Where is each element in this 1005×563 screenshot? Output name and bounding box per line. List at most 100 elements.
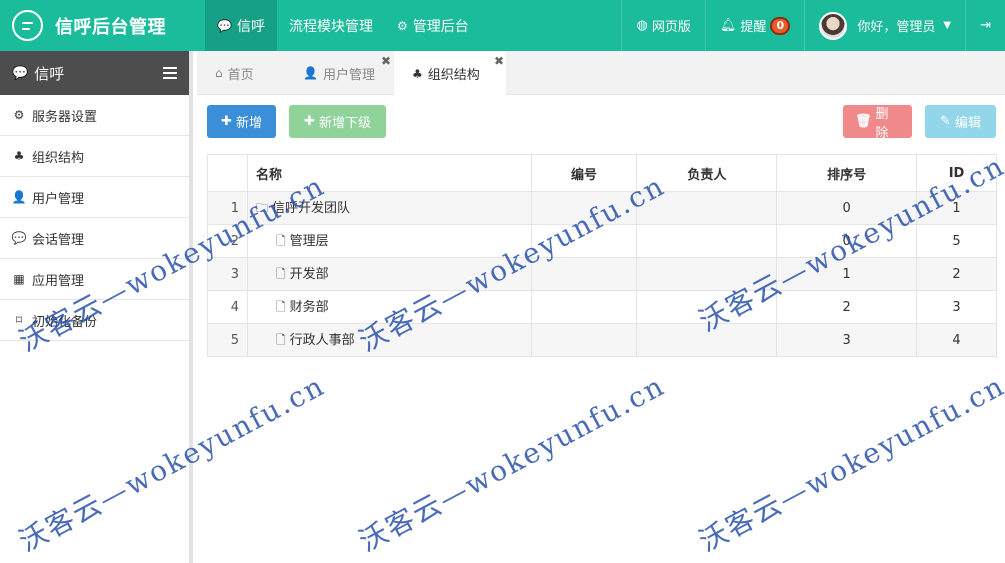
sidebar-item-user-management[interactable]: 👤 用户管理 xyxy=(0,177,189,218)
col-sort-header[interactable]: 排序号 xyxy=(776,154,918,192)
col-owner-header[interactable]: 负责人 xyxy=(636,154,778,192)
tab-bar: ⌂ 首页 👤 用户管理 ✖ ♣ 组织结构 ✖ xyxy=(197,51,1005,96)
row-index: 5 xyxy=(207,323,248,357)
close-icon[interactable]: ✖ xyxy=(494,54,504,68)
sidebar-header: 💬 信呼 xyxy=(0,51,189,95)
sidebar-item-server-settings[interactable]: ⚙ 服务器设置 xyxy=(0,95,189,136)
row-index: 1 xyxy=(207,191,248,225)
row-owner xyxy=(636,191,778,225)
menu-toggle-icon[interactable] xyxy=(163,67,177,79)
edit-button[interactable]: ✎ 编辑 xyxy=(925,105,996,138)
add-sub-label: 新增下级 xyxy=(318,116,371,131)
sidebar-item-init-backup[interactable]: ⌑ 初始化备份 xyxy=(0,300,189,341)
row-owner xyxy=(636,224,778,258)
row-code xyxy=(530,290,638,324)
topnav-item-flow-modules[interactable]: 流程模块管理 xyxy=(277,0,385,51)
table-row[interactable]: 1 🗀 信呼开发团队 0 1 xyxy=(207,191,997,225)
remind-label: 提醒 xyxy=(740,20,767,35)
row-name-text: 信呼开发团队 xyxy=(271,200,350,216)
comments-icon: 💬 xyxy=(11,231,27,245)
sidebar-item-label: 初始化备份 xyxy=(32,314,98,330)
delete-label: 删除 xyxy=(875,106,889,141)
row-index: 4 xyxy=(207,290,248,324)
row-sort: 1 xyxy=(776,257,918,291)
add-sub-button[interactable]: ✚ 新增下级 xyxy=(289,105,386,138)
remind-count-badge: 0 xyxy=(770,16,791,35)
row-code xyxy=(530,257,638,291)
sidebar-item-app-management[interactable]: ▦ 应用管理 xyxy=(0,259,189,300)
trash-icon: 🗑︎ xyxy=(855,114,872,129)
table-row[interactable]: 5 🗋 行政人事部 3 4 xyxy=(207,323,997,357)
user-icon: 👤 xyxy=(303,66,318,80)
table-row[interactable]: 4 🗋 财务部 2 3 xyxy=(207,290,997,324)
sitemap-icon: ♣ xyxy=(13,149,25,163)
delete-button[interactable]: 🗑︎ 删除 xyxy=(843,105,912,141)
row-id: 2 xyxy=(916,257,997,291)
file-icon: 🗋 xyxy=(275,233,286,248)
tab-label: 组织结构 xyxy=(427,68,480,83)
sidebar-item-label: 应用管理 xyxy=(32,273,85,289)
col-code-header[interactable]: 编号 xyxy=(530,154,638,192)
row-code xyxy=(530,224,638,258)
col-index-header xyxy=(207,154,248,192)
file-icon: 🗋 xyxy=(275,332,286,347)
row-sort: 2 xyxy=(776,290,918,324)
sidebar-title: 信呼 xyxy=(34,64,65,83)
row-owner xyxy=(636,290,778,324)
row-sort: 0 xyxy=(776,191,918,225)
plus-icon: ✚ xyxy=(304,114,315,129)
remind-button[interactable]: 🔔︎ 提醒 0 xyxy=(704,0,805,51)
topnav-label: 信呼 xyxy=(236,18,265,35)
comment-icon: 💬 xyxy=(217,18,232,33)
sidebar-item-org-structure[interactable]: ♣ 组织结构 xyxy=(0,136,189,177)
top-nav: 💬 信呼 流程模块管理 ⚙ 管理后台 xyxy=(205,0,481,51)
gear-icon: ⚙ xyxy=(396,18,408,33)
sidebar-item-label: 组织结构 xyxy=(32,150,85,166)
edit-label: 编辑 xyxy=(954,116,981,131)
gear-icon: ⚙ xyxy=(13,108,25,122)
tab-label: 用户管理 xyxy=(322,67,375,83)
row-name: 🗀 信呼开发团队 xyxy=(246,191,532,225)
tab-org-structure[interactable]: ♣ 组织结构 ✖ xyxy=(394,51,506,96)
row-owner xyxy=(636,257,778,291)
row-id: 5 xyxy=(916,224,997,258)
brand[interactable]: 信呼后台管理 xyxy=(0,0,205,51)
folder-icon: 🗀 xyxy=(255,200,268,215)
tab-user-management[interactable]: 👤 用户管理 ✖ xyxy=(285,51,393,95)
comment-icon: 💬 xyxy=(12,65,29,81)
web-version-label: 网页版 xyxy=(651,20,691,35)
tab-home[interactable]: ⌂ 首页 xyxy=(197,51,279,95)
file-icon: 🗋 xyxy=(275,299,286,314)
sidebar-item-label: 用户管理 xyxy=(32,191,85,207)
topnav-item-admin[interactable]: ⚙ 管理后台 xyxy=(385,0,481,51)
globe-icon: ◍ xyxy=(636,18,648,33)
row-code xyxy=(530,191,638,225)
col-id-header[interactable]: ID xyxy=(916,154,997,192)
avatar xyxy=(819,11,848,40)
sign-out-icon: ⇥ xyxy=(980,18,991,33)
plus-icon: ✚ xyxy=(221,114,232,129)
sidebar-item-session-management[interactable]: 💬 会话管理 xyxy=(0,218,189,259)
topnav-item-xinhu[interactable]: 💬 信呼 xyxy=(205,0,277,51)
row-id: 3 xyxy=(916,290,997,324)
close-icon[interactable]: ✖ xyxy=(381,54,391,68)
main-content: ✚ 新增 ✚ 新增下级 🗑︎ 删除 ✎ 编辑 名称 编号 负责人 排序号 ID … xyxy=(197,95,1005,563)
logout-button[interactable]: ⇥ xyxy=(965,0,1005,51)
add-button[interactable]: ✚ 新增 xyxy=(207,105,276,138)
web-version-link[interactable]: ◍ 网页版 xyxy=(621,0,704,51)
topnav-label: 管理后台 xyxy=(412,18,469,35)
table-row[interactable]: 2 🗋 管理层 0 5 xyxy=(207,224,997,258)
sidebar-item-label: 服务器设置 xyxy=(32,109,98,125)
bell-icon: 🔔︎ xyxy=(719,18,737,33)
caret-down-icon: ▼ xyxy=(943,20,952,31)
user-menu[interactable]: 你好，管理员 ▼ xyxy=(804,0,965,51)
row-name-text: 管理层 xyxy=(289,233,329,249)
edit-icon: ✎ xyxy=(940,114,951,129)
col-name-header[interactable]: 名称 xyxy=(246,154,532,192)
row-name: 🗋 财务部 xyxy=(246,290,532,324)
table-row[interactable]: 3 🗋 开发部 1 2 xyxy=(207,257,997,291)
sidebar-item-label: 会话管理 xyxy=(32,232,85,248)
row-index: 3 xyxy=(207,257,248,291)
org-table: 名称 编号 负责人 排序号 ID 1 🗀信呼开发团队 0 1 2 🗋管理层 xyxy=(207,154,997,357)
top-bar: 信呼后台管理 💬 信呼 流程模块管理 ⚙ 管理后台 ◍ 网页版 🔔︎ 提醒 0 … xyxy=(0,0,1005,51)
